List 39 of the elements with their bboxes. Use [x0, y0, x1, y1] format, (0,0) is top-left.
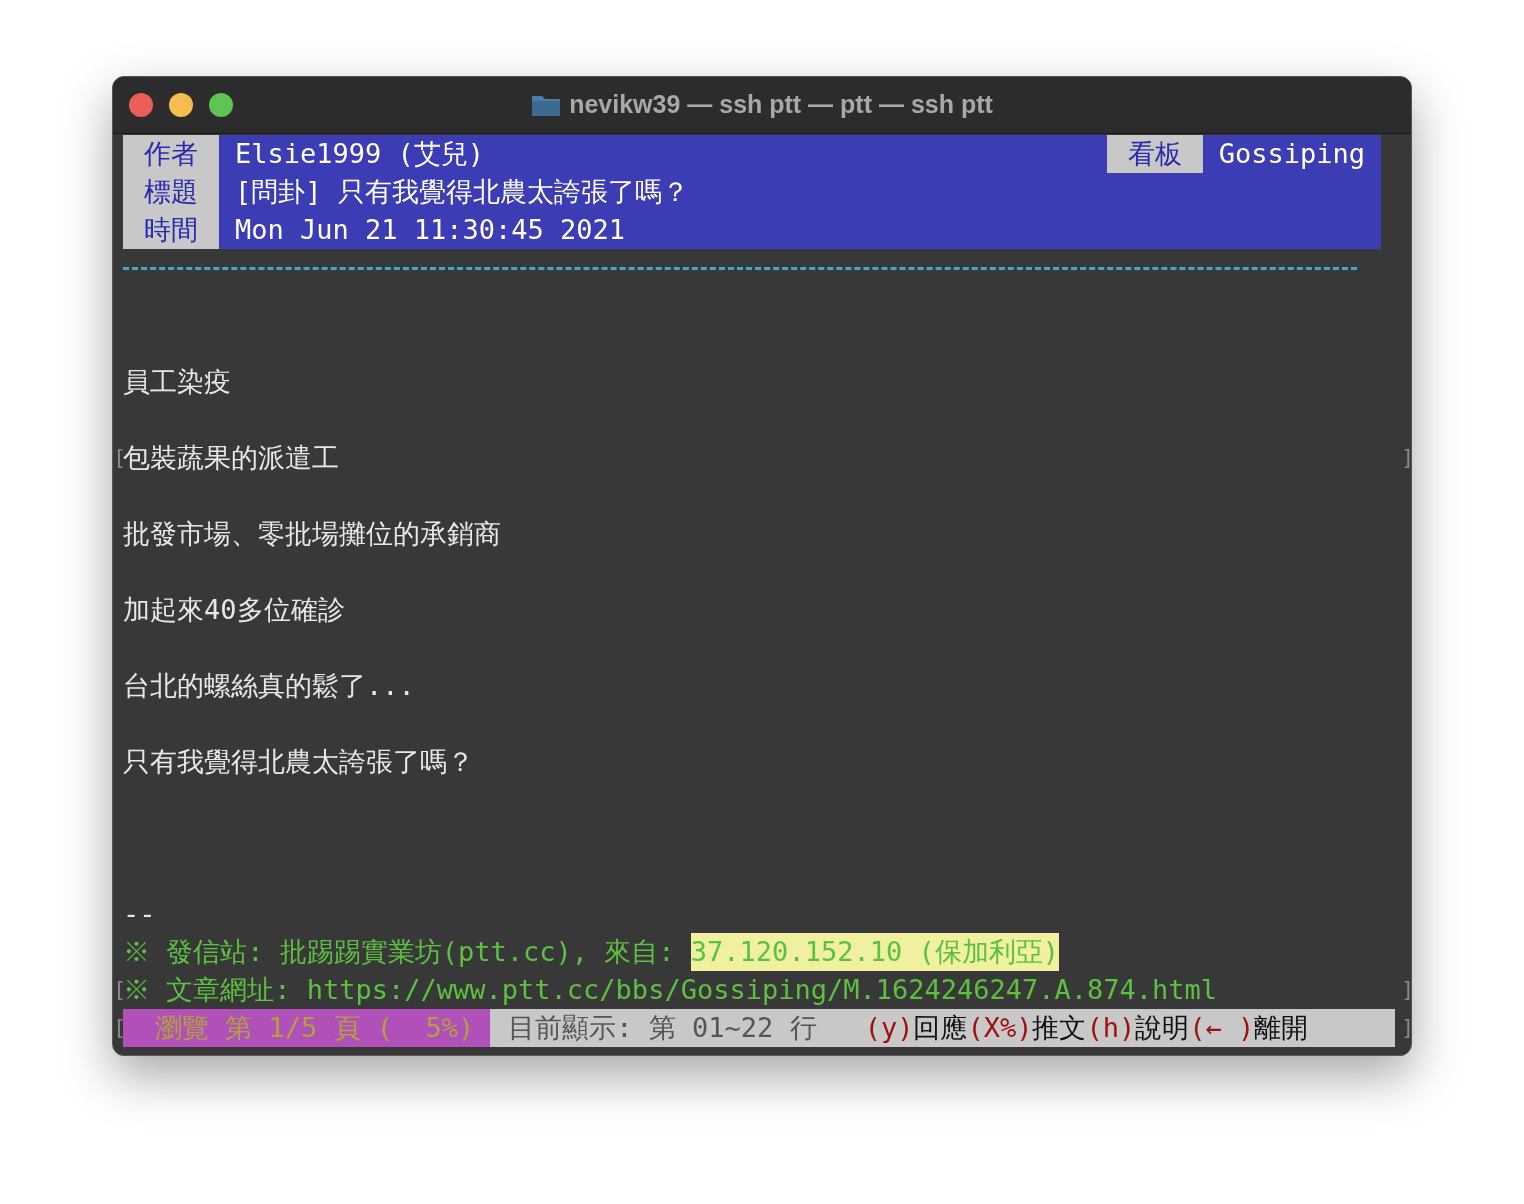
key-hint: (X%) [967, 1011, 1033, 1045]
article-line: 加起來40多位確診 [123, 593, 345, 627]
line-range: 目前顯示: 第 01~22 行 [508, 1011, 817, 1045]
ip-address: 37.120.152.10 (保加利亞) [690, 933, 1059, 971]
edge-mark: [ [113, 1014, 123, 1042]
key-label: 回應 [913, 1011, 968, 1045]
edge-mark: [ [113, 444, 123, 472]
article-line: 包裝蔬果的派遣工 [123, 441, 339, 475]
article-line: 只有我覺得北農太誇張了嗎？ [123, 745, 474, 779]
board-label: 看板 [1106, 135, 1203, 173]
minimize-button[interactable] [169, 93, 193, 117]
article-line: -- [123, 897, 156, 931]
header-value: Elsie1999 (艾兒) [235, 137, 485, 171]
signature-line: ※ 文章網址: https://www.ptt.cc/bbs/Gossiping/M.1624246247.A.874.html [123, 973, 1218, 1007]
edge-mark: ] [1401, 1014, 1411, 1042]
key-hint: (← ) [1189, 1011, 1255, 1045]
article-line: 批發市場、零批場攤位的承銷商 [123, 517, 501, 551]
signature-line: ※ 發信站: 批踢踢實業坊(ptt.cc), 來自: [123, 935, 676, 969]
key-hint: (y) [864, 1011, 914, 1045]
zoom-button[interactable] [209, 93, 233, 117]
article-line: 員工染疫 [123, 365, 231, 399]
edge-mark: ] [1401, 976, 1411, 1004]
window-title: nevikw39 — ssh ptt — ptt — ssh ptt [569, 89, 993, 121]
header-value: Mon Jun 21 11:30:45 2021 [235, 213, 626, 247]
article-line: 台北的螺絲真的鬆了... [123, 669, 415, 703]
close-button[interactable] [129, 93, 153, 117]
board-name: Gossiping [1217, 137, 1366, 171]
header-label: 時間 [123, 211, 219, 249]
key-label: 離開 [1254, 1011, 1309, 1045]
folder-icon [531, 93, 562, 117]
page-indicator: 瀏覽 第 1/5 頁 ( 5%) [123, 1009, 491, 1047]
header-label: 標題 [123, 173, 219, 211]
key-label: 說明 [1135, 1011, 1190, 1045]
edge-mark: [ [113, 976, 123, 1004]
key-hint: (h) [1086, 1011, 1136, 1045]
header-label: 作者 [123, 135, 219, 173]
header-value: [問卦] 只有我覺得北農太誇張了嗎？ [235, 175, 689, 209]
key-label: 推文 [1032, 1011, 1087, 1045]
edge-mark: ] [1401, 444, 1411, 472]
